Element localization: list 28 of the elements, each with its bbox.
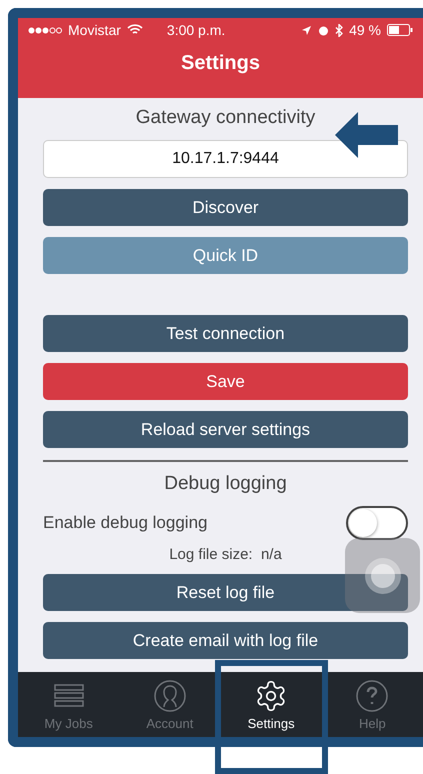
carrier-name: Movistar — [68, 22, 121, 38]
action-button[interactable]: Test connection — [43, 315, 408, 352]
person-icon — [152, 678, 187, 712]
alarm-icon — [318, 24, 330, 36]
location-icon — [301, 24, 312, 36]
section-heading: Gateway connectivity — [134, 106, 316, 130]
battery-percent: 49 % — [349, 22, 381, 38]
circle-icon — [362, 556, 402, 596]
debug-toggle[interactable] — [346, 506, 408, 540]
floating-touch-button[interactable] — [345, 538, 420, 613]
help-icon — [355, 678, 390, 712]
address-field[interactable]: 10.17.1.7:9444 — [43, 140, 408, 178]
battery-icon — [387, 24, 413, 36]
section-heading: Debug logging — [163, 472, 288, 496]
tab-item[interactable]: Settings — [220, 672, 322, 737]
action-button[interactable]: Reset log file — [43, 574, 408, 611]
bluetooth-icon — [335, 24, 344, 36]
action-button[interactable]: Save — [43, 363, 408, 400]
action-button[interactable]: Reload server settings — [43, 411, 408, 448]
action-button[interactable]: Discover — [43, 189, 408, 226]
screen-title: Settings — [180, 52, 261, 75]
status-time: 3:00 p.m. — [166, 22, 226, 38]
signal-icon — [28, 26, 62, 34]
arrow-annotation — [335, 112, 398, 158]
action-button[interactable]: Create email with log file — [43, 622, 408, 659]
wifi-icon — [126, 24, 143, 36]
log-size-text: Log file size: n/a — [168, 546, 283, 563]
toggle-label: Enable debug logging — [43, 513, 208, 533]
